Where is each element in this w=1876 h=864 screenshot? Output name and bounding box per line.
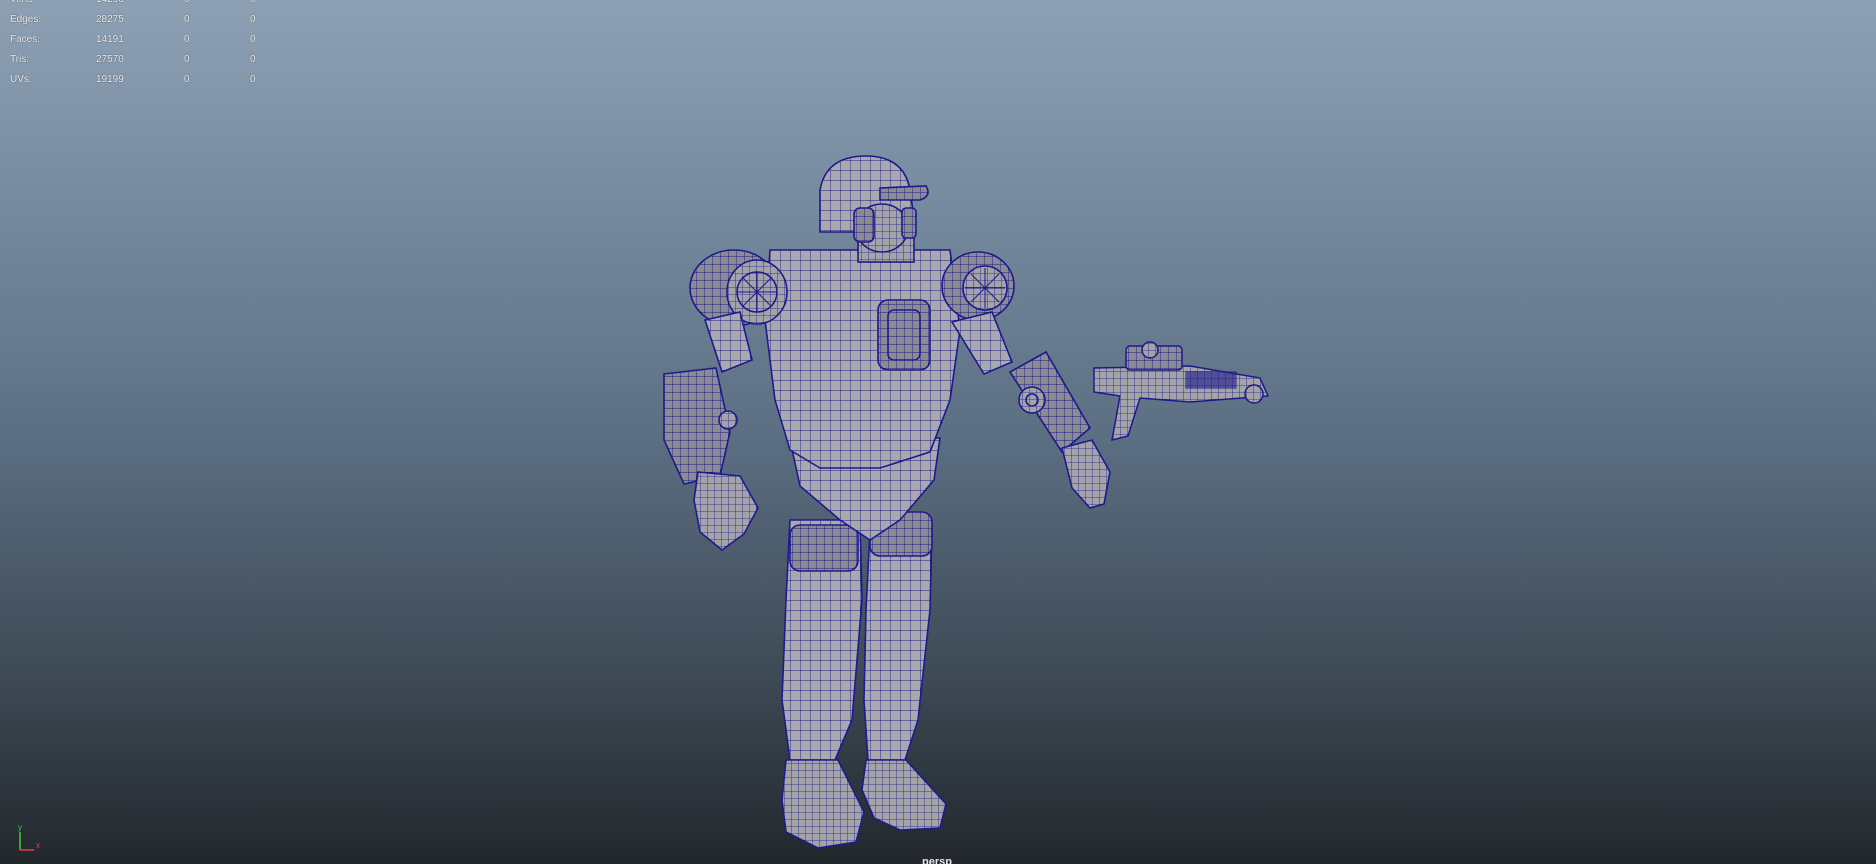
left-forearm-mesh[interactable] bbox=[663, 367, 731, 485]
view-axis-indicator: y x bbox=[18, 824, 40, 851]
right-hand-mesh[interactable] bbox=[1061, 439, 1111, 509]
maya-viewport[interactable]: Verts: 14290 0 0 Edges: 28275 0 0 Faces:… bbox=[0, 0, 1876, 864]
x-axis-label: x bbox=[36, 841, 40, 850]
scene-mesh[interactable] bbox=[0, 0, 1876, 864]
y-axis-label: y bbox=[18, 824, 22, 832]
robot-character-mesh[interactable] bbox=[663, 155, 1111, 849]
cap-brim-mesh[interactable] bbox=[879, 185, 929, 201]
camera-name-label: persp bbox=[922, 856, 952, 864]
right-boot-mesh[interactable] bbox=[861, 759, 947, 831]
left-boot-mesh[interactable] bbox=[781, 759, 865, 849]
right-leg-mesh[interactable] bbox=[863, 529, 933, 761]
blaster-gun-mesh[interactable] bbox=[1093, 341, 1270, 442]
left-knee-pad-mesh[interactable] bbox=[789, 524, 859, 572]
right-upper-arm-mesh[interactable] bbox=[950, 311, 1014, 376]
left-hand-mesh[interactable] bbox=[693, 471, 759, 552]
